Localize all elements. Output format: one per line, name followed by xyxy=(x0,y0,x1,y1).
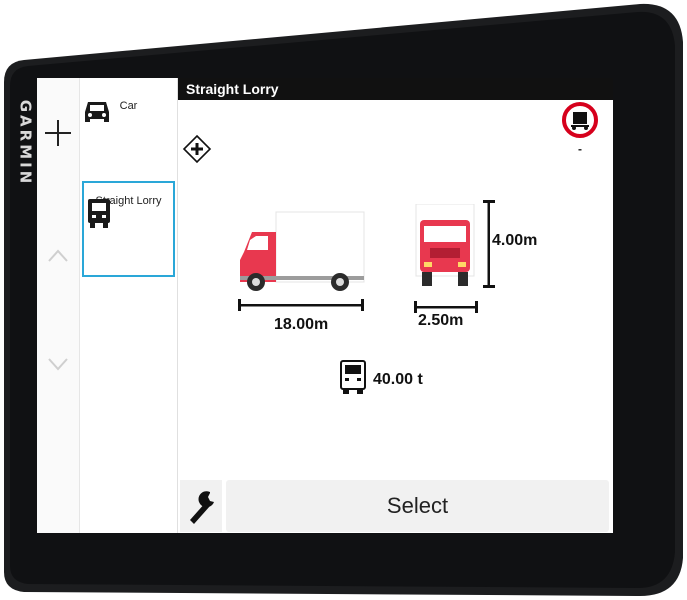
truck-front-view xyxy=(415,204,475,286)
vehicle-detail: Straight Lorry - 18.00m 2.50m 4.00m 40.0… xyxy=(178,78,613,533)
width-value: 2.50m xyxy=(418,312,464,329)
restriction-value: - xyxy=(578,142,582,156)
page-title: Straight Lorry xyxy=(178,78,613,100)
lorry-icon xyxy=(88,199,110,228)
screen: Car Straight Lorry Straight Lorry - 18.0… xyxy=(37,78,613,533)
restriction-sign[interactable]: - xyxy=(561,100,599,160)
length-dimension-line xyxy=(238,299,364,311)
settings-button[interactable] xyxy=(180,480,222,532)
vehicle-list: Car Straight Lorry xyxy=(80,78,178,533)
vehicle-item-car[interactable]: Car xyxy=(82,86,175,182)
scroll-up-icon[interactable] xyxy=(47,246,69,266)
wrench-icon xyxy=(190,491,214,524)
brand-logo: GARMIN xyxy=(16,99,35,187)
restriction-icon xyxy=(562,102,598,138)
device-frame: GARMIN Car Straight Lorry Straight Lorry… xyxy=(0,0,687,600)
truck-side-view xyxy=(240,211,365,291)
select-button[interactable]: Select xyxy=(226,480,609,532)
left-rail xyxy=(37,78,80,533)
length-value: 18.00m xyxy=(274,316,329,333)
vehicle-item-straight-lorry[interactable]: Straight Lorry xyxy=(82,181,175,277)
height-value: 4.00m xyxy=(492,232,538,249)
add-waypoint-icon[interactable] xyxy=(182,134,212,164)
car-icon xyxy=(85,102,109,122)
weight-value: 40.00 t xyxy=(373,371,423,388)
weight-lorry-icon xyxy=(340,360,366,394)
add-vehicle-button[interactable] xyxy=(43,118,73,148)
scroll-down-icon[interactable] xyxy=(47,354,69,374)
